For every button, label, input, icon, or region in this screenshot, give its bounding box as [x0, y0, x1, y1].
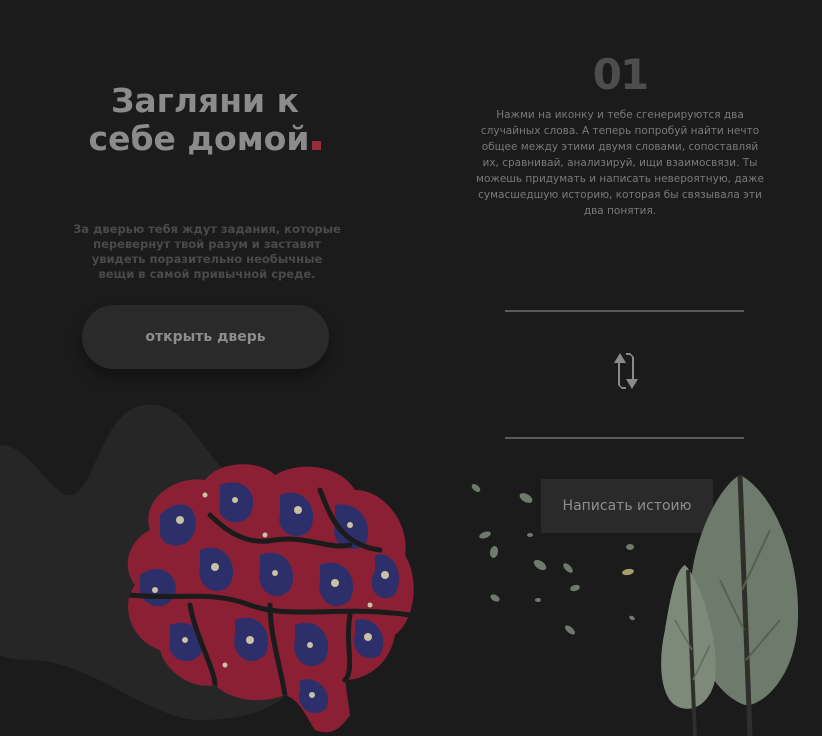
word-1-line [505, 310, 744, 312]
brain-illustration [127, 464, 414, 733]
hero-subtitle: За дверью тебя ждут задания, которые пер… [73, 222, 341, 281]
flying-leaves [471, 484, 635, 635]
trees-illustration [661, 474, 799, 736]
hero-title: Загляни к себе домой [60, 82, 350, 158]
open-door-button[interactable]: открыть дверь [82, 305, 329, 369]
task-instruction: Нажми на иконку и тебе сгенерируются два… [476, 109, 764, 217]
hero-title-line-1: Загляни к [110, 81, 300, 120]
hero-title-line-2: себе домой [88, 119, 310, 158]
word-2-line [505, 437, 744, 439]
accent-dot [312, 141, 322, 150]
step-number: 01 [592, 50, 649, 99]
swap-arrows-icon[interactable] [607, 349, 645, 393]
